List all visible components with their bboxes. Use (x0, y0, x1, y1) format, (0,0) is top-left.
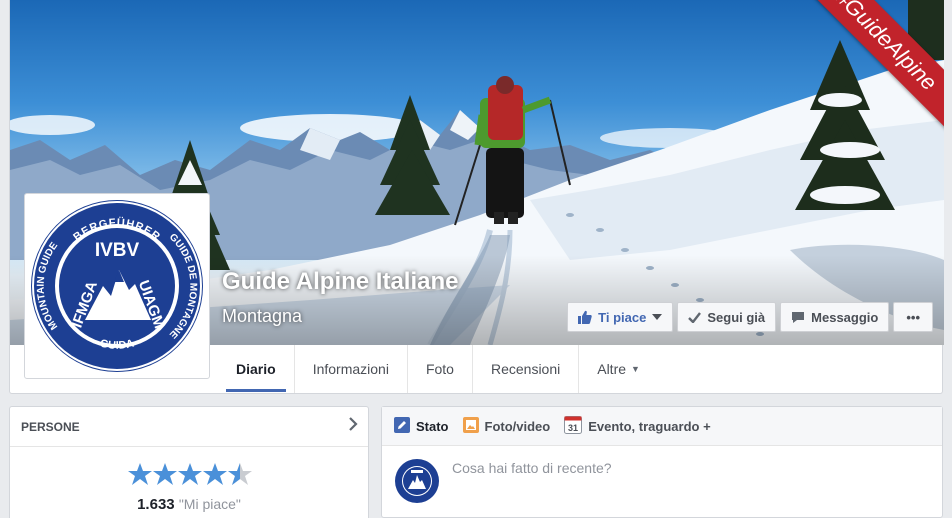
likes-label: "Mi piace" (178, 496, 241, 512)
calendar-day: 31 (568, 423, 578, 433)
chevron-right-icon[interactable] (348, 417, 358, 436)
calendar-icon: 31 (564, 415, 583, 437)
status-input[interactable]: Cosa hai fatto di recente? (452, 458, 612, 476)
composer-body[interactable]: Cosa hai fatto di recente? (382, 446, 942, 516)
likes-summary: 1.633 "Mi piace" (10, 496, 368, 513)
tab-informazioni[interactable]: Informazioni (295, 345, 408, 393)
page-header-card: #GuideAlpine Guide Alpine Italiane Monta… (9, 0, 944, 394)
tab-altre-label: Altre (597, 361, 627, 377)
cover-actions: Ti piace Segui già Messaggio ••• (567, 302, 933, 332)
photo-icon (462, 416, 479, 436)
people-card: PERSONE 1.633 "Mi piace" (9, 406, 369, 518)
composer-tab-status-label: Stato (416, 418, 449, 434)
caret-down-icon: ▼ (631, 364, 640, 374)
composer-tab-event[interactable]: 31 Evento, traguardo + (564, 415, 711, 437)
tab-diario[interactable]: Diario (218, 345, 295, 393)
composer-tab-photo[interactable]: Foto/video (462, 416, 551, 436)
like-button-label: Ti piace (598, 309, 647, 325)
rating-stars (128, 463, 252, 485)
follow-button-label: Segui già (707, 309, 766, 325)
ifmga-logo: BERGFÜHRER MOUNTAIN GUIDE GUIDE DE MONTA… (31, 200, 203, 372)
thumbs-up-icon (578, 310, 592, 324)
ifmga-logo-small (394, 458, 440, 504)
star-icon (153, 463, 177, 485)
logo-line-ivbv: IVBV (95, 240, 140, 261)
page-title[interactable]: Guide Alpine Italiane (222, 268, 458, 296)
follow-button[interactable]: Segui già (677, 302, 777, 332)
message-button-label: Messaggio (811, 309, 879, 325)
composer-tab-event-label: Evento, traguardo + (588, 418, 711, 434)
star-icon (203, 463, 227, 485)
people-header[interactable]: PERSONE (10, 407, 368, 447)
more-dots-icon: ••• (906, 309, 920, 325)
pencil-icon (394, 416, 410, 436)
chevron-down-icon (652, 314, 663, 320)
composer-avatar (394, 458, 440, 504)
tab-recensioni[interactable]: Recensioni (473, 345, 580, 393)
tab-altre[interactable]: Altre ▼ (579, 345, 658, 393)
post-composer: Stato Foto/video 31 Evento, traguardo + (381, 406, 943, 518)
star-icon (128, 463, 152, 485)
composer-tab-status[interactable]: Stato (394, 416, 449, 436)
profile-picture[interactable]: BERGFÜHRER MOUNTAIN GUIDE GUIDE DE MONTA… (24, 193, 210, 379)
message-button[interactable]: Messaggio (780, 302, 890, 332)
more-options-button[interactable]: ••• (893, 302, 933, 332)
message-icon (791, 311, 805, 324)
half-star-icon (228, 463, 252, 485)
people-title: PERSONE (21, 419, 80, 434)
like-button[interactable]: Ti piace (567, 302, 674, 332)
page-category[interactable]: Montagna (222, 306, 302, 327)
tab-foto[interactable]: Foto (408, 345, 473, 393)
star-icon (178, 463, 202, 485)
likes-count: 1.633 (137, 496, 175, 513)
composer-tab-photo-label: Foto/video (484, 418, 551, 434)
page-tabs: Diario Informazioni Foto Recensioni Altr… (218, 345, 658, 393)
checkmark-icon (688, 311, 702, 323)
composer-tabs: Stato Foto/video 31 Evento, traguardo + (382, 407, 942, 446)
